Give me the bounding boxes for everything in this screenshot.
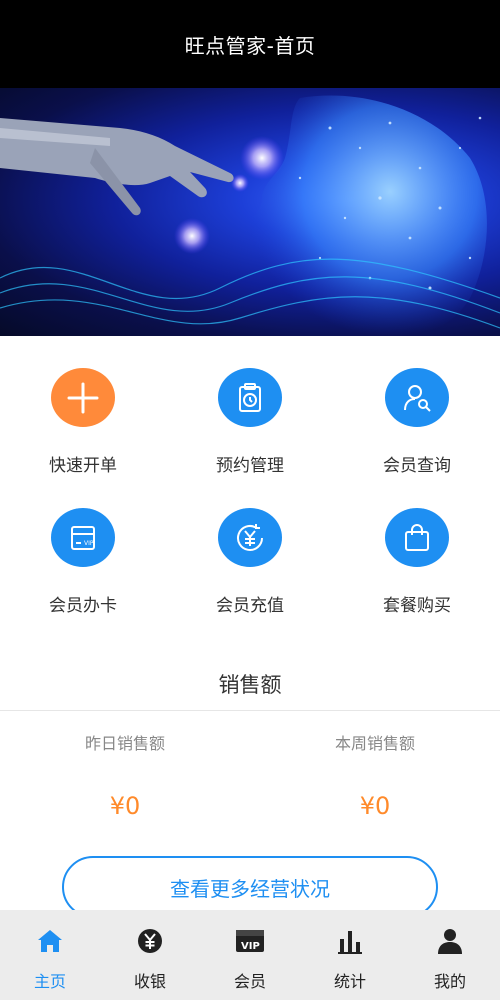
page-title: 旺点管家-首页 bbox=[184, 33, 316, 58]
glow-orb bbox=[231, 174, 249, 192]
glow-orb bbox=[240, 136, 284, 180]
menu-label: 会员查询 bbox=[383, 456, 451, 476]
week-sales-value: ¥0 bbox=[359, 792, 391, 820]
tab-label: 会员 bbox=[233, 972, 266, 991]
tab-home[interactable]: 主页 bbox=[0, 910, 100, 1000]
tab-cashier[interactable]: 收银 bbox=[100, 910, 200, 1000]
menu-quick-order[interactable]: 快速开单 bbox=[0, 336, 166, 476]
menu-appointment[interactable]: 预约管理 bbox=[167, 336, 333, 476]
view-more-business-button[interactable]: 查看更多经营状况 bbox=[62, 856, 438, 918]
menu-label: 预约管理 bbox=[216, 456, 284, 476]
svg-text:VIP: VIP bbox=[84, 540, 94, 547]
yen-coin-icon bbox=[135, 926, 165, 956]
yesterday-sales-label: 昨日销售额 bbox=[84, 734, 165, 753]
yen-recharge-icon bbox=[218, 508, 282, 567]
digital-face-shape bbox=[244, 95, 487, 336]
bottom-tab-bar: 主页 收银 VIP 会员 统计 我的 bbox=[0, 910, 500, 1000]
sales-section-title: 销售额 bbox=[218, 673, 282, 697]
menu-member-recharge[interactable]: 会员充值 bbox=[167, 476, 333, 616]
week-sales: 本周销售额 ¥0 bbox=[250, 730, 500, 820]
tab-label: 主页 bbox=[33, 972, 66, 991]
divider bbox=[0, 710, 500, 711]
banner-image[interactable] bbox=[0, 88, 500, 336]
robot-hand bbox=[0, 118, 234, 216]
bar-chart-icon bbox=[335, 926, 365, 956]
menu-member-search[interactable]: 会员查询 bbox=[334, 336, 500, 476]
yesterday-sales: 昨日销售额 ¥0 bbox=[0, 730, 250, 820]
vip-icon: VIP bbox=[235, 926, 265, 956]
menu-label: 快速开单 bbox=[49, 456, 117, 476]
person-icon bbox=[435, 926, 465, 956]
yesterday-sales-value: ¥0 bbox=[109, 792, 141, 820]
menu-label: 会员充值 bbox=[216, 596, 284, 616]
shopping-bag-icon bbox=[385, 508, 449, 567]
clipboard-clock-icon bbox=[218, 368, 282, 427]
tab-member[interactable]: VIP 会员 bbox=[200, 910, 300, 1000]
week-sales-label: 本周销售额 bbox=[334, 734, 415, 753]
svg-text:VIP: VIP bbox=[241, 941, 260, 952]
tab-label: 我的 bbox=[433, 972, 466, 991]
feature-grid: 快速开单 预约管理 会员查询 VIP 会员办卡 会员充值 套餐购买 bbox=[0, 336, 500, 636]
glow-orb bbox=[174, 218, 210, 254]
plus-icon bbox=[51, 368, 115, 427]
banner-art bbox=[0, 95, 500, 336]
tab-label: 收银 bbox=[133, 972, 166, 991]
user-search-icon bbox=[385, 368, 449, 427]
title-bar: 旺点管家-首页 bbox=[0, 0, 500, 88]
home-icon bbox=[35, 926, 65, 956]
tab-mine[interactable]: 我的 bbox=[400, 910, 500, 1000]
menu-label: 会员办卡 bbox=[49, 596, 117, 616]
tab-statistics[interactable]: 统计 bbox=[300, 910, 400, 1000]
menu-package-purchase[interactable]: 套餐购买 bbox=[334, 476, 500, 616]
menu-member-card[interactable]: VIP 会员办卡 bbox=[0, 476, 166, 616]
vip-card-icon: VIP bbox=[51, 508, 115, 567]
menu-label: 套餐购买 bbox=[383, 596, 451, 616]
tab-label: 统计 bbox=[333, 972, 366, 991]
